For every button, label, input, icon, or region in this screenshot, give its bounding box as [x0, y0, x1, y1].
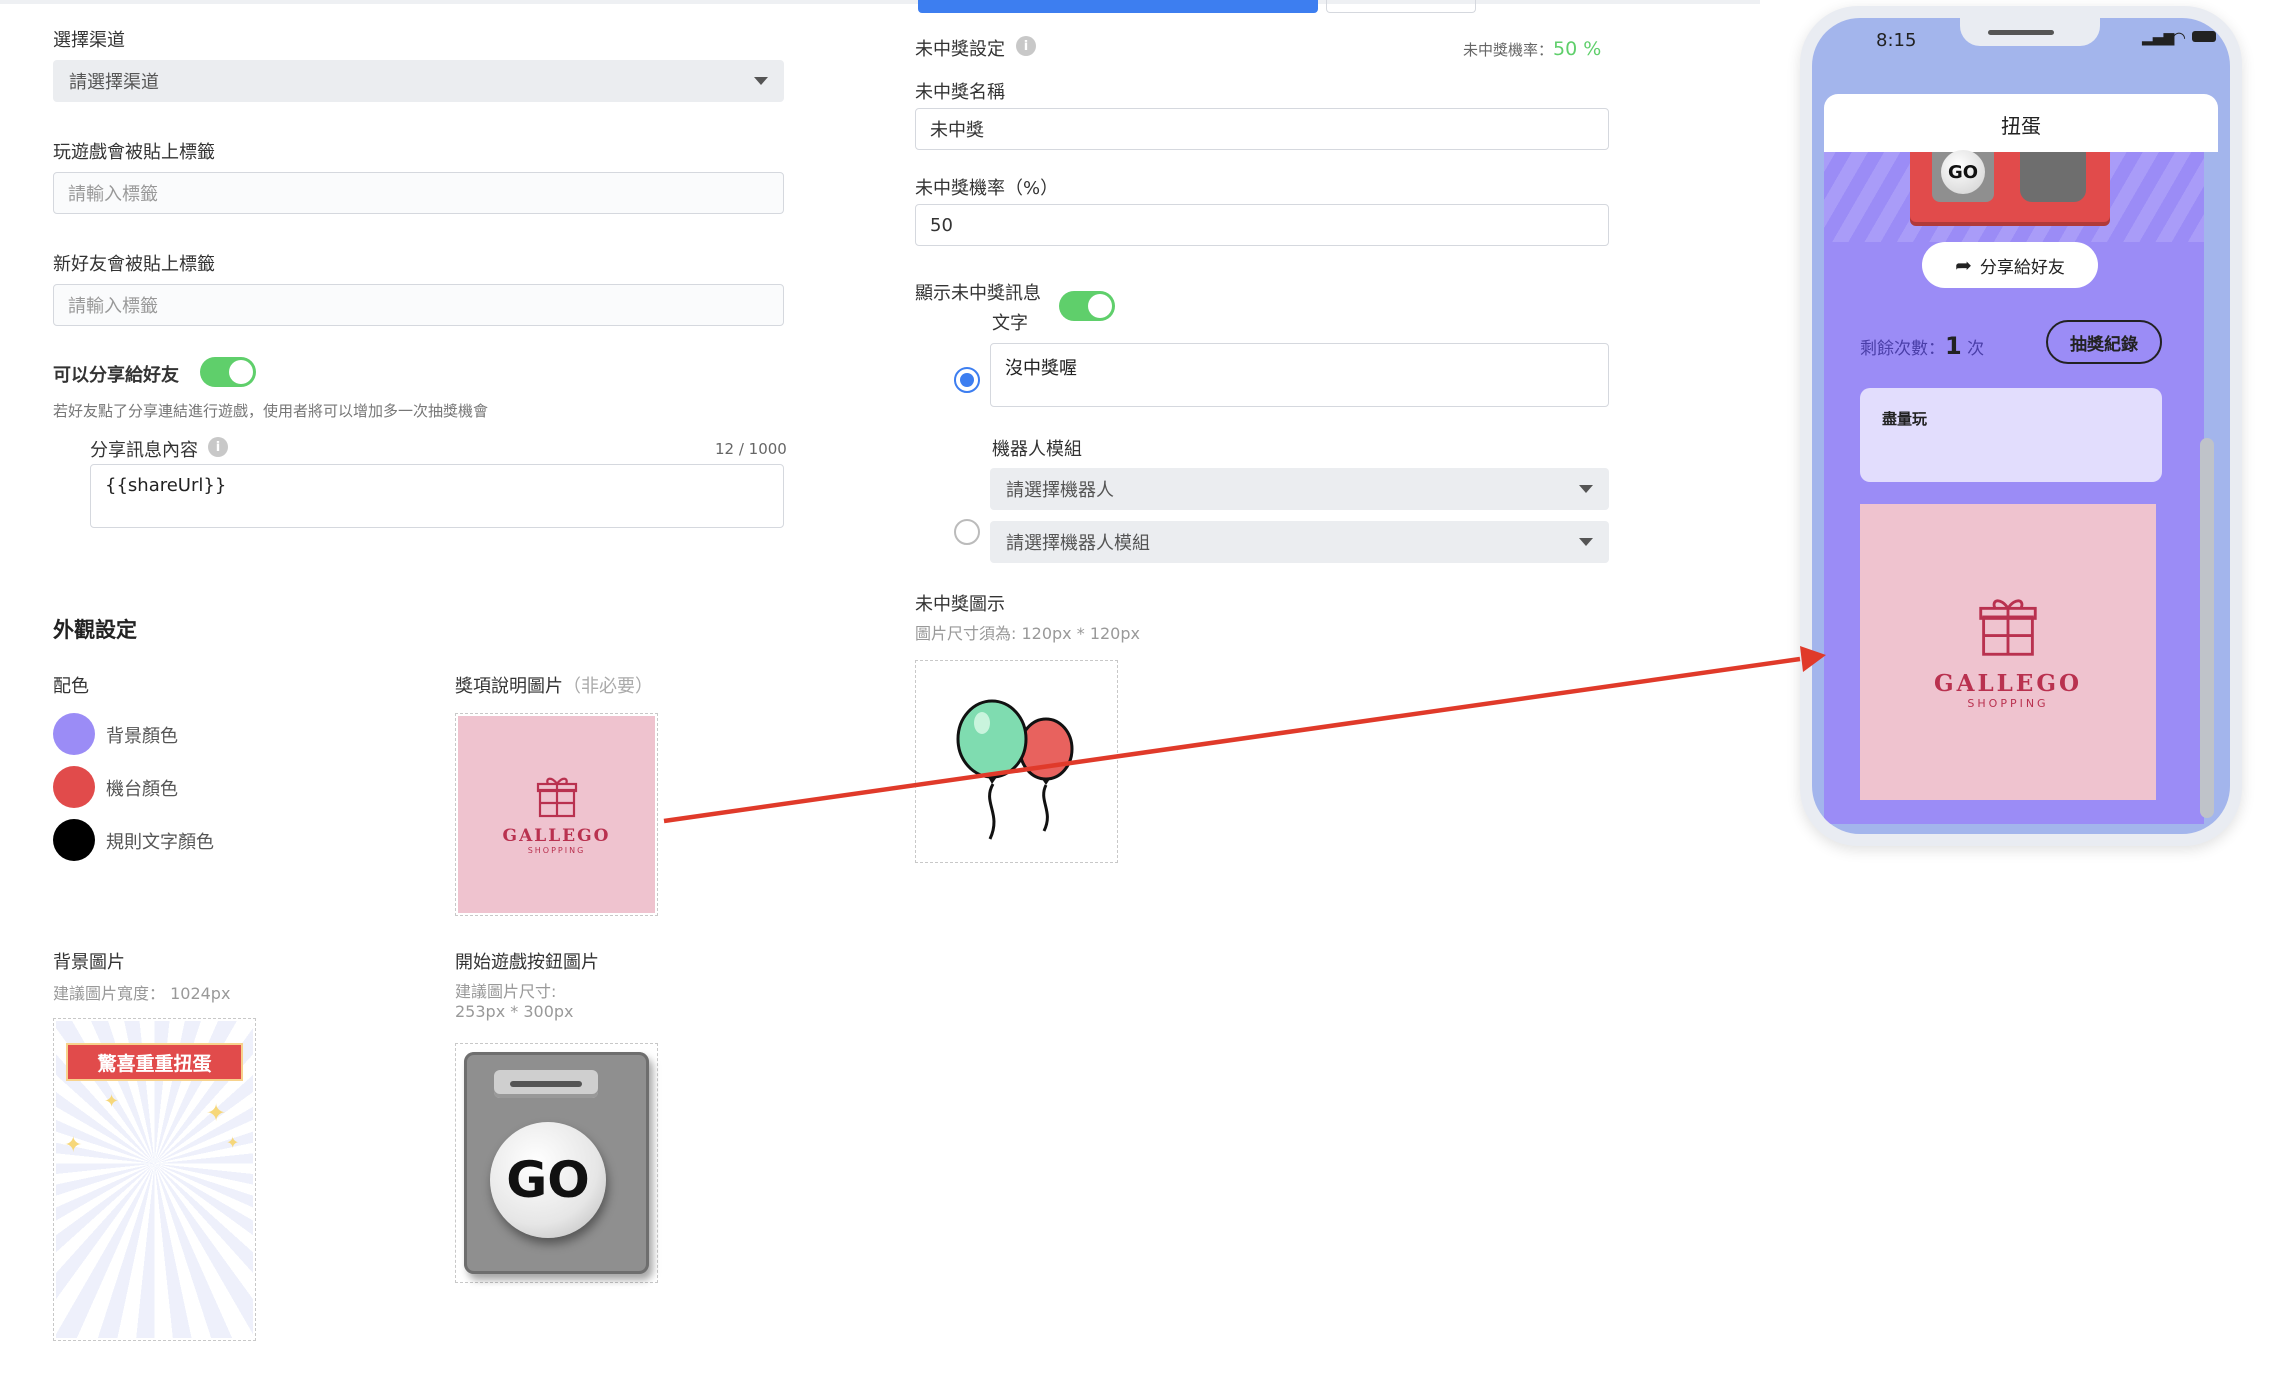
arrow-annotation: [663, 646, 1826, 824]
